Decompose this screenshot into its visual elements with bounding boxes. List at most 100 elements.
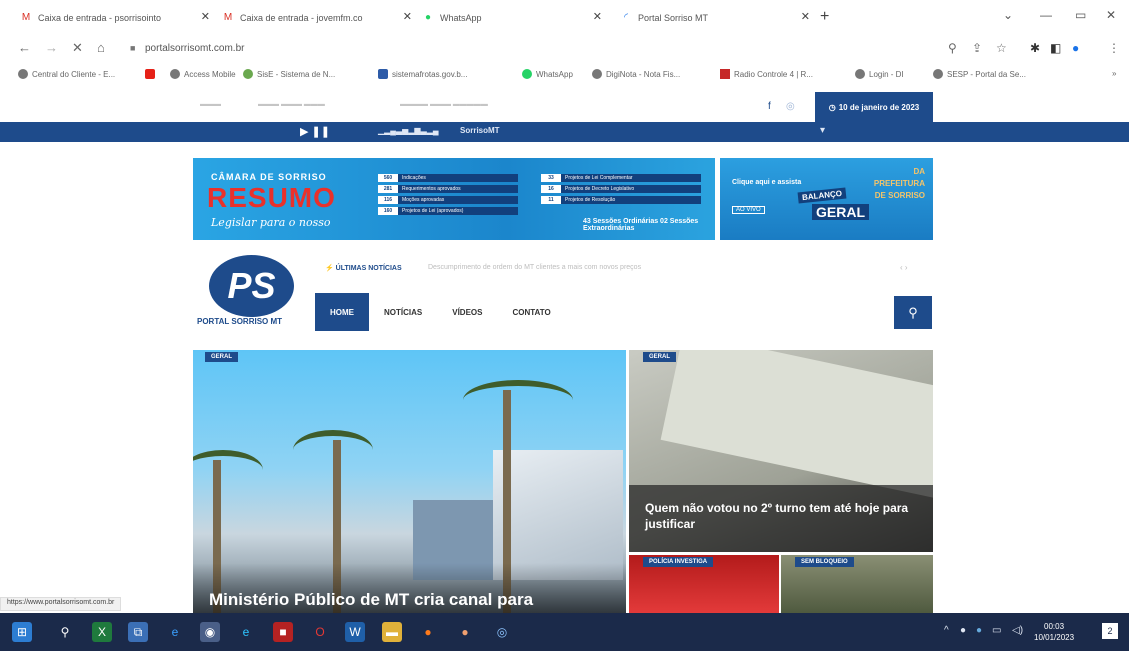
- extensions-icon[interactable]: ✱: [1030, 41, 1040, 55]
- news-card[interactable]: POLÍCIA INVESTIGA: [629, 555, 779, 613]
- new-tab-button[interactable]: +: [820, 8, 829, 26]
- forward-icon[interactable]: →: [45, 40, 58, 55]
- globe-icon: [170, 69, 180, 79]
- search-button[interactable]: ⚲: [894, 296, 932, 329]
- taskbar-clock[interactable]: 00:03 10/01/2023: [1034, 621, 1074, 643]
- chevron-up-icon[interactable]: ^: [944, 625, 949, 636]
- tab-label: Portal Sorriso MT: [638, 13, 709, 23]
- banner-camara[interactable]: CÂMARA DE SORRISO RESUMO Legislar para o…: [193, 158, 715, 240]
- tray-icon[interactable]: ●: [976, 625, 982, 636]
- bookmark-item[interactable]: sistemafrotas.gov.b...: [378, 69, 467, 79]
- close-icon[interactable]: ✕: [593, 10, 602, 23]
- close-window-button[interactable]: ✕: [1106, 8, 1116, 22]
- app-icon[interactable]: ◎: [492, 622, 512, 642]
- tab-search-icon[interactable]: ⌄: [1003, 8, 1013, 22]
- ticker-arrows[interactable]: ‹ ›: [900, 263, 908, 272]
- building-image: [493, 450, 623, 580]
- banner-balanco[interactable]: Clique aqui e assista AO VIVO BALANÇO GE…: [720, 158, 933, 240]
- windows-start-icon[interactable]: ⊞: [12, 622, 32, 642]
- clock-icon: ◷: [828, 102, 836, 112]
- folder-icon[interactable]: ▬: [382, 622, 402, 642]
- bookmark-item[interactable]: DigiNota - Nota Fis...: [592, 69, 680, 79]
- hero-article[interactable]: GERAL Ministério Público de MT cria cana…: [193, 350, 626, 613]
- bookmark-item[interactable]: WhatsApp: [522, 69, 573, 79]
- minimize-button[interactable]: —: [1040, 8, 1052, 22]
- category-badge[interactable]: SEM BLOQUEIO: [795, 557, 854, 567]
- news-card[interactable]: SEM BLOQUEIO: [781, 555, 933, 613]
- app-icon[interactable]: ●: [455, 622, 475, 642]
- palm-image: [463, 380, 573, 420]
- edge-icon[interactable]: e: [236, 622, 256, 642]
- tab-portal[interactable]: ◜ Portal Sorriso MT ✕: [620, 8, 810, 28]
- search-icon[interactable]: ⚲: [948, 41, 957, 55]
- chevron-down-icon[interactable]: ▾: [820, 125, 825, 136]
- news-card[interactable]: GERAL Quem não votou no 2º turno tem até…: [629, 350, 933, 552]
- excel-icon[interactable]: X: [92, 622, 112, 642]
- tab-gmail-2[interactable]: M Caixa de entrada - jovemfm.co ✕: [222, 8, 412, 28]
- home-icon[interactable]: ⌂: [97, 40, 105, 55]
- whatsapp-icon: [522, 69, 532, 79]
- tab-gmail-1[interactable]: M Caixa de entrada - psorrisointo ✕: [20, 8, 210, 28]
- play-icon[interactable]: ▶ ❚❚: [300, 125, 330, 138]
- search-icon[interactable]: ⚲: [55, 622, 75, 642]
- menu-contato[interactable]: CONTATO: [497, 293, 565, 331]
- close-icon[interactable]: ✕: [403, 10, 412, 23]
- menu-noticias[interactable]: NOTÍCIAS: [369, 293, 437, 331]
- media-icon[interactable]: ■: [273, 622, 293, 642]
- more-bookmarks-icon[interactable]: »: [1112, 69, 1116, 78]
- ie-icon[interactable]: e: [165, 622, 185, 642]
- globe-icon: [592, 69, 602, 79]
- notification-icon[interactable]: 2: [1102, 623, 1118, 639]
- category-badge[interactable]: GERAL: [205, 352, 238, 362]
- ultimas-label: ⚡ ÚLTIMAS NOTÍCIAS: [325, 265, 402, 272]
- opera-icon[interactable]: O: [310, 622, 330, 642]
- bookmark-item[interactable]: SESP - Portal da Se...: [933, 69, 1026, 79]
- category-badge[interactable]: POLÍCIA INVESTIGA: [643, 557, 714, 567]
- banner-title: CÂMARA DE SORRISO: [211, 172, 327, 182]
- maximize-button[interactable]: ▭: [1075, 8, 1086, 22]
- volume-icon[interactable]: ◁): [1012, 625, 1023, 636]
- category-badge[interactable]: GERAL: [643, 352, 676, 362]
- bolt-icon: ⚡: [325, 265, 334, 272]
- star-icon[interactable]: ☆: [996, 41, 1007, 55]
- top-link[interactable]: ▬▬▬ ▬▬▬ ▬▬▬: [258, 101, 325, 108]
- chrome-icon[interactable]: ◉: [200, 622, 220, 642]
- share-icon[interactable]: ⇪: [972, 41, 982, 55]
- facebook-icon[interactable]: f: [768, 101, 771, 112]
- bookmark-item[interactable]: [145, 69, 159, 79]
- back-icon[interactable]: ←: [18, 40, 31, 55]
- sidepanel-icon[interactable]: ◧: [1050, 41, 1061, 55]
- stat-row: 116 Moções aprovadas: [378, 196, 518, 204]
- network-icon[interactable]: ▭: [992, 625, 1001, 636]
- site-logo[interactable]: PS PORTAL SORRISO MT: [197, 255, 307, 330]
- bookmark-item[interactable]: Login - DI: [855, 69, 904, 79]
- stat-row: 33 Projetos de Lei Complementar: [541, 174, 701, 182]
- stop-icon[interactable]: ✕: [72, 40, 83, 56]
- menu-videos[interactable]: VÍDEOS: [437, 293, 497, 331]
- news-title[interactable]: Quem não votou no 2º turno tem até hoje …: [645, 500, 915, 532]
- banner-slogan: Legislar para o nosso: [211, 216, 331, 229]
- close-icon[interactable]: ✕: [201, 10, 210, 23]
- lock-icon[interactable]: ■: [130, 43, 135, 53]
- profile-icon[interactable]: ●: [1072, 41, 1079, 55]
- gmail-icon: M: [21, 12, 31, 23]
- bookmark-item[interactable]: Central do Cliente - E...: [18, 69, 115, 79]
- bookmark-item[interactable]: Access Mobile: [170, 69, 236, 79]
- firefox-icon[interactable]: ●: [418, 622, 438, 642]
- task-view-icon[interactable]: ⧉: [128, 622, 148, 642]
- logo-initials: PS: [209, 255, 294, 317]
- word-icon[interactable]: W: [345, 622, 365, 642]
- ticker-text[interactable]: Descumprimento de ordem do MT clientes a…: [428, 264, 641, 271]
- close-icon[interactable]: ✕: [801, 10, 810, 23]
- menu-home[interactable]: HOME: [315, 293, 369, 331]
- tray-icon[interactable]: ●: [960, 625, 966, 636]
- tab-whatsapp[interactable]: ● WhatsApp ✕: [422, 8, 602, 28]
- bookmark-item[interactable]: Radio Controle 4 | R...: [720, 69, 813, 79]
- url-field[interactable]: portalsorrisomt.com.br: [145, 43, 244, 54]
- bookmark-item[interactable]: SisE - Sistema de N...: [243, 69, 335, 79]
- top-link[interactable]: ▬▬▬▬ ▬▬▬ ▬▬▬▬▬: [400, 101, 488, 108]
- instagram-icon[interactable]: ◎: [786, 101, 795, 112]
- top-link[interactable]: ▬▬▬: [200, 101, 221, 108]
- menu-icon[interactable]: ⋮: [1108, 41, 1120, 55]
- hero-title[interactable]: Ministério Público de MT cria canal para: [209, 590, 533, 610]
